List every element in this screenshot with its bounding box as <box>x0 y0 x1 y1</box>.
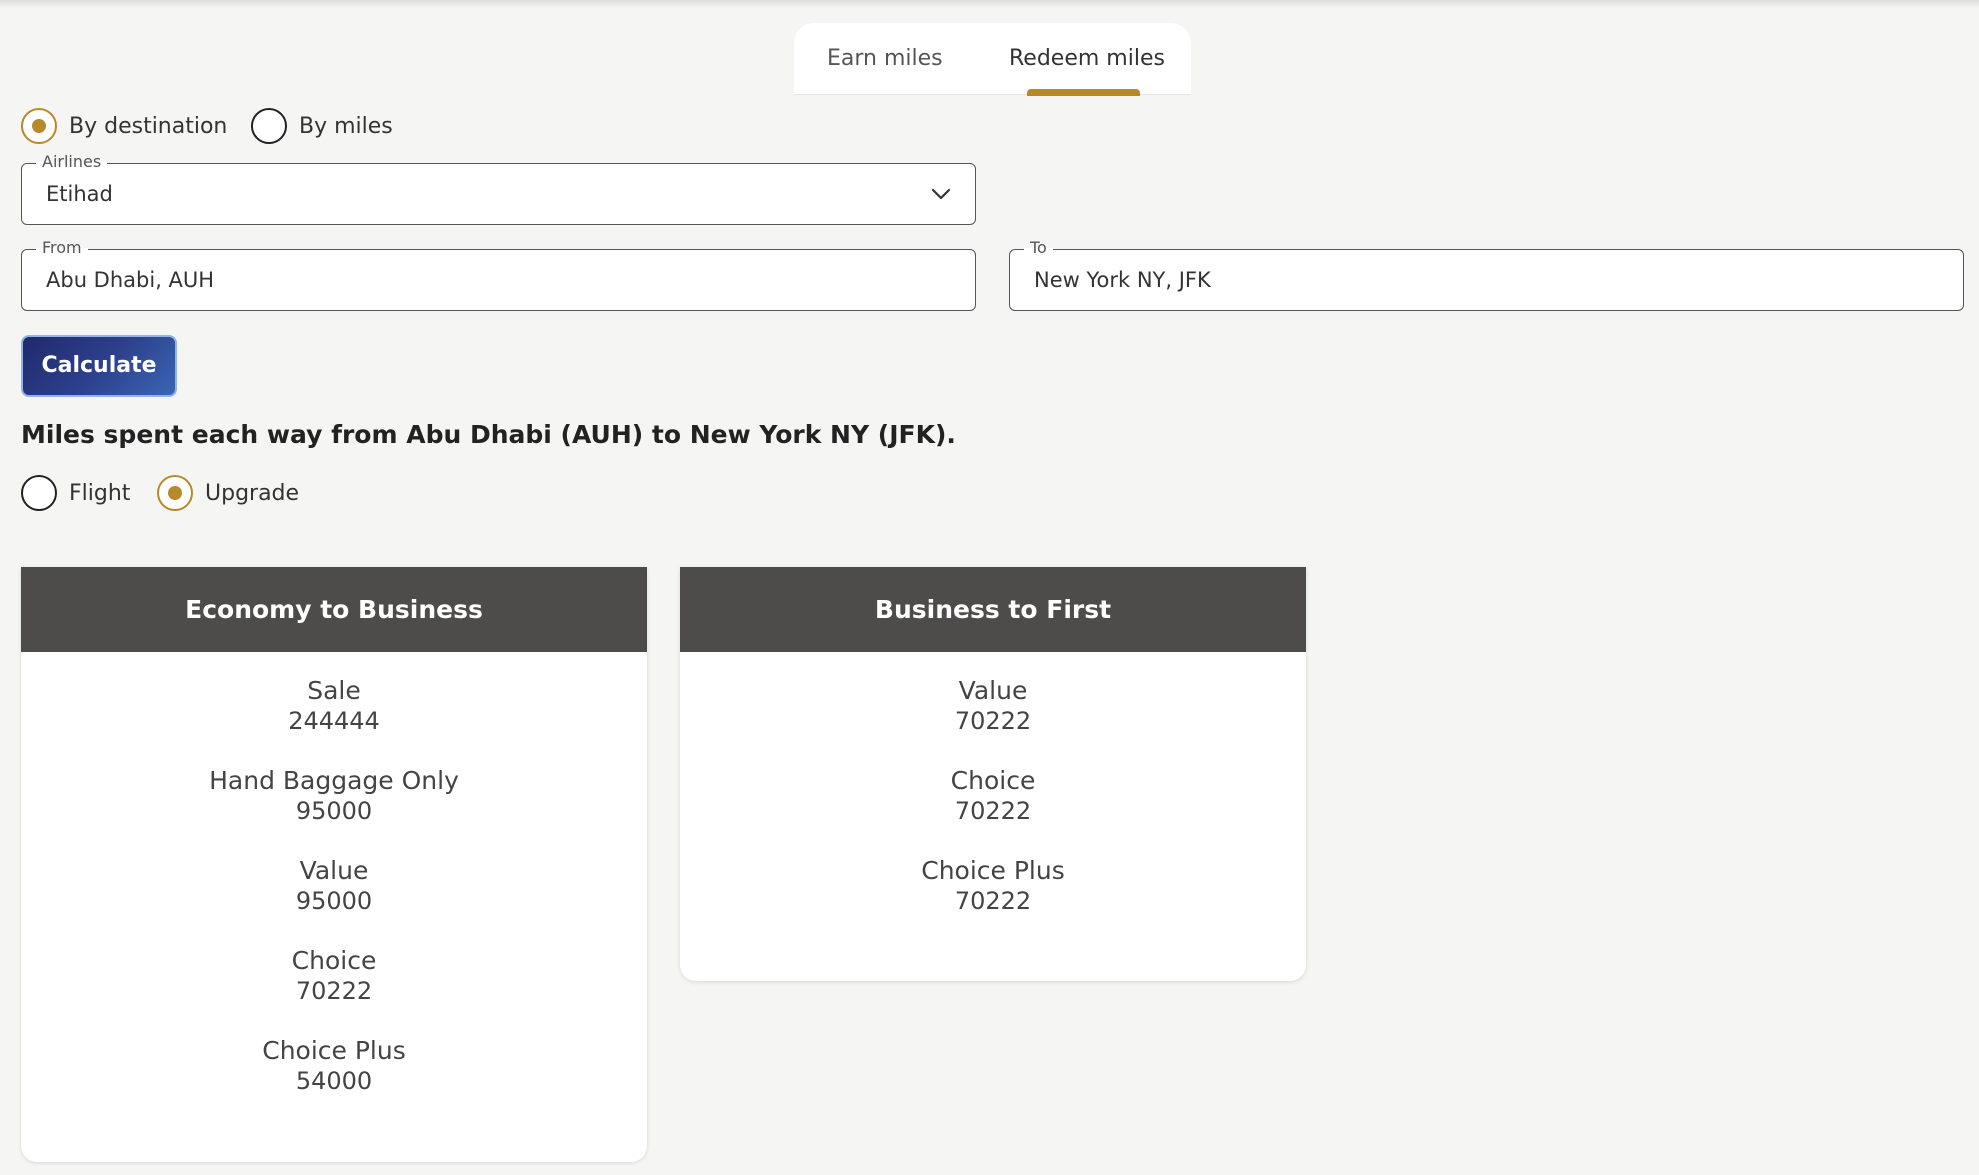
airlines-select[interactable]: Airlines Etihad <box>21 152 976 225</box>
upgrade-card-business-to-first: Business to First Value 70222 Choice 702… <box>680 567 1306 981</box>
fare-miles: 54000 <box>295 1067 373 1095</box>
fare-name: Hand Baggage Only <box>209 766 459 795</box>
radio-label: Upgrade <box>205 480 300 506</box>
active-tab-indicator <box>1027 89 1140 96</box>
radio-label: By miles <box>299 113 393 139</box>
fare-item: Choice Plus 54000 <box>21 1036 647 1096</box>
radio-by-miles[interactable]: By miles <box>251 108 393 144</box>
fare-miles: 70222 <box>954 707 1032 735</box>
fare-miles: 244444 <box>288 707 380 735</box>
upgrade-card-economy-to-business: Economy to Business Sale 244444 Hand Bag… <box>21 567 647 1162</box>
calculate-button[interactable]: Calculate <box>21 335 177 397</box>
fare-miles: 95000 <box>295 887 373 915</box>
fare-name: Choice Plus <box>262 1036 406 1065</box>
fare-name: Value <box>958 676 1028 705</box>
radio-flight[interactable]: Flight <box>21 475 130 511</box>
top-shadow <box>0 0 1979 8</box>
fare-miles: 70222 <box>295 977 373 1005</box>
fare-item: Choice Plus 70222 <box>680 856 1306 916</box>
fare-name: Value <box>299 856 369 885</box>
tab-bar: Earn miles Redeem miles <box>794 23 1191 96</box>
tab-earn-miles[interactable]: Earn miles <box>827 23 943 95</box>
radio-checked-icon <box>157 475 193 511</box>
fare-miles: 95000 <box>295 797 373 825</box>
fare-item: Value 95000 <box>21 856 647 916</box>
fare-item: Sale 244444 <box>21 676 647 736</box>
radio-label: By destination <box>69 113 228 139</box>
fare-item: Choice 70222 <box>680 766 1306 826</box>
fare-item: Hand Baggage Only 95000 <box>21 766 647 826</box>
radio-by-destination[interactable]: By destination <box>21 108 227 144</box>
chevron-down-icon <box>931 188 951 200</box>
radio-unchecked-icon <box>251 108 287 144</box>
fare-item: Choice 70222 <box>21 946 647 1006</box>
from-value: Abu Dhabi, AUH <box>46 268 215 292</box>
radio-upgrade[interactable]: Upgrade <box>157 475 299 511</box>
fare-name: Sale <box>307 676 361 705</box>
radio-checked-icon <box>21 108 57 144</box>
from-field[interactable]: From Abu Dhabi, AUH <box>21 238 976 311</box>
radio-unchecked-icon <box>21 475 57 511</box>
card-title: Business to First <box>680 567 1306 652</box>
radio-label: Flight <box>69 480 131 506</box>
fare-name: Choice Plus <box>921 856 1065 885</box>
fare-miles: 70222 <box>954 797 1032 825</box>
results-summary: Miles spent each way from Abu Dhabi (AUH… <box>21 420 956 449</box>
card-title: Economy to Business <box>21 567 647 652</box>
airlines-value: Etihad <box>46 182 113 206</box>
tab-redeem-miles[interactable]: Redeem miles <box>1009 23 1165 95</box>
fare-name: Choice <box>950 766 1036 795</box>
fare-item: Value 70222 <box>680 676 1306 736</box>
fare-name: Choice <box>291 946 377 975</box>
to-field[interactable]: To New York NY, JFK <box>1009 238 1964 311</box>
fare-miles: 70222 <box>954 887 1032 915</box>
to-value: New York NY, JFK <box>1034 268 1211 292</box>
